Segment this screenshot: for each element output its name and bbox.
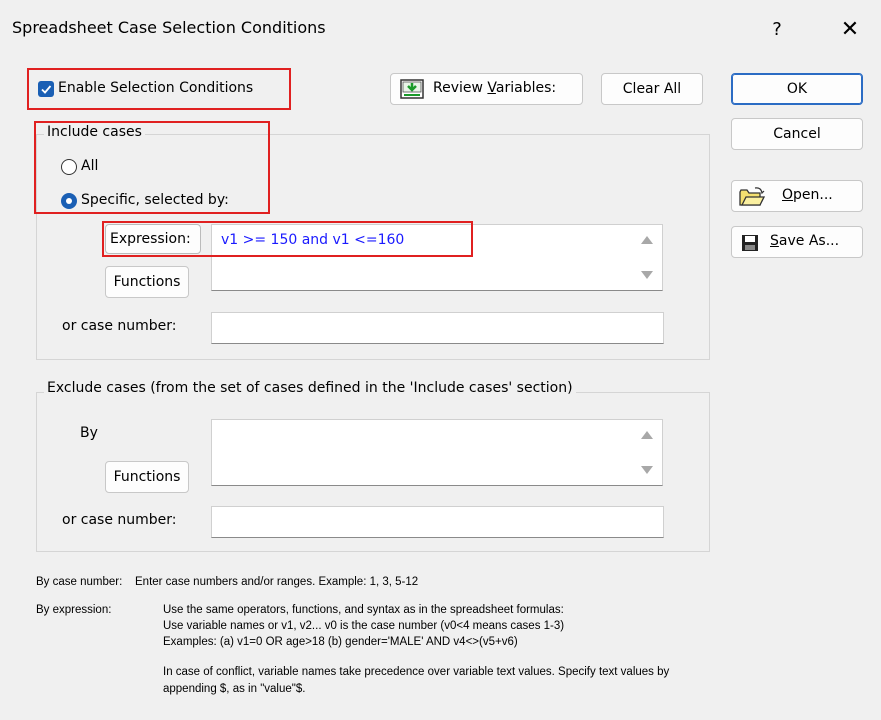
scroll-down-icon[interactable]: [641, 271, 653, 279]
include-functions-button[interactable]: Functions: [105, 266, 189, 298]
scroll-down-icon[interactable]: [641, 466, 653, 474]
help-conflict-line1: In case of conflict, variable names take…: [163, 666, 670, 678]
title-bar: Spreadsheet Case Selection Conditions ? …: [0, 0, 881, 54]
help-expression-line1: Use the same operators, functions, and s…: [163, 604, 564, 616]
enable-checkbox[interactable]: [38, 81, 54, 97]
checkmark-icon: [41, 85, 52, 94]
enable-label[interactable]: Enable Selection Conditions: [58, 80, 253, 96]
clear-all-button[interactable]: Clear All: [601, 73, 703, 105]
review-label-accel: V: [487, 80, 496, 96]
open-label-accel: O: [782, 187, 794, 203]
help-button[interactable]: ?: [757, 10, 797, 50]
window-title: Spreadsheet Case Selection Conditions: [12, 18, 326, 37]
help-expression-line2: Use variable names or v1, v2... v0 is th…: [163, 620, 565, 632]
save-as-label-accel: S: [770, 233, 779, 249]
exclude-case-number-label: or case number:: [62, 512, 177, 528]
scroll-up-icon[interactable]: [641, 431, 653, 439]
dialog-window: Spreadsheet Case Selection Conditions ? …: [0, 0, 881, 720]
exclude-functions-button[interactable]: Functions: [105, 461, 189, 493]
open-button[interactable]: Open...: [731, 180, 863, 212]
review-label-pre: Review: [433, 80, 488, 96]
help-case-number-text: Enter case numbers and/or ranges. Exampl…: [135, 576, 419, 588]
open-label: pen...: [793, 187, 833, 203]
include-case-number-label: or case number:: [62, 318, 177, 334]
exclude-by-label: By: [80, 425, 98, 441]
review-variables-icon: [400, 79, 424, 99]
highlight-expression: [102, 221, 473, 257]
ok-button[interactable]: OK: [731, 73, 863, 105]
help-case-number-key: By case number:: [36, 576, 123, 588]
exclude-case-number-field[interactable]: [211, 506, 664, 538]
radio-all[interactable]: [61, 159, 77, 175]
help-expression-line3: Examples: (a) v1=0 OR age>18 (b) gender=…: [163, 636, 518, 648]
scroll-up-icon[interactable]: [641, 236, 653, 244]
radio-specific-label[interactable]: Specific, selected by:: [81, 192, 229, 208]
save-as-label: ave As...: [778, 233, 840, 249]
cancel-button[interactable]: Cancel: [731, 118, 863, 150]
exclude-by-field[interactable]: [211, 419, 663, 486]
close-button[interactable]: ✕: [830, 10, 870, 50]
help-conflict-line2: appending $, as in "value"$.: [163, 683, 306, 695]
radio-specific[interactable]: [61, 193, 77, 209]
save-as-button[interactable]: Save As...: [731, 226, 863, 258]
radio-all-label[interactable]: All: [81, 158, 98, 174]
open-folder-icon: [739, 187, 765, 206]
help-expression-key: By expression:: [36, 604, 112, 616]
review-variables-button[interactable]: Review Variables:: [390, 73, 583, 105]
review-label-post: ariables:: [495, 80, 557, 96]
floppy-disk-icon: [742, 235, 758, 251]
include-case-number-field[interactable]: [211, 312, 664, 344]
exclude-cases-legend: Exclude cases (from the set of cases def…: [44, 380, 576, 396]
